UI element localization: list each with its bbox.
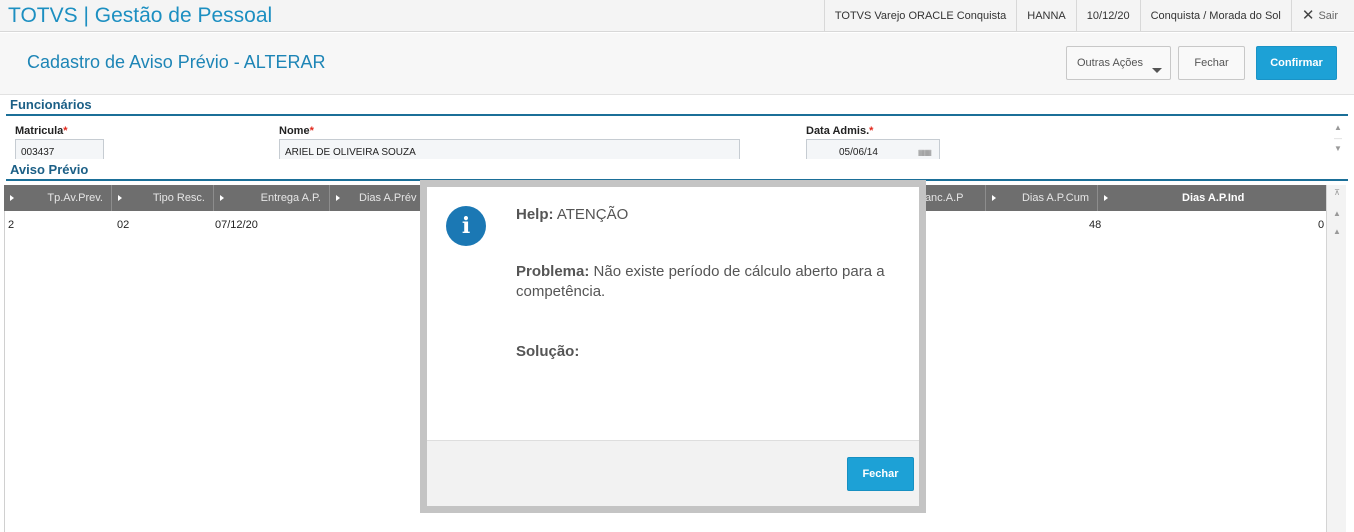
problem-value: Não existe período de cálculo aberto par…	[593, 263, 885, 280]
cell-tp-av-prev: 2	[8, 219, 15, 231]
nome-field[interactable]: ARIEL DE OLIVEIRA SOUZA	[279, 139, 740, 159]
cell-tipo-resc: 02	[117, 219, 130, 231]
top-bar: TOTVS | Gestão de Pessoal TOTVS Varejo O…	[0, 0, 1354, 32]
caret-right-icon	[336, 195, 340, 201]
problem-text: Problema: Não existe período de cálculo …	[516, 262, 911, 302]
exit-button[interactable]: ✕ Sair	[1290, 0, 1348, 32]
data-admis-value: 05/06/14	[839, 147, 878, 158]
nome-label: Nome*	[279, 125, 314, 137]
exit-label: Sair	[1318, 10, 1338, 22]
scroll-up-icon[interactable]: ▲	[1333, 123, 1343, 133]
column-header-dias-aprev[interactable]: Dias A.Prév	[330, 185, 427, 211]
scroll-top-icon[interactable]: ⊼	[1327, 188, 1347, 198]
help-title: Help: ATENÇÃO	[516, 205, 628, 225]
column-label: Dias A.P.Ind	[1182, 192, 1245, 204]
required-mark: *	[309, 125, 314, 137]
caret-right-icon	[992, 195, 996, 201]
problem-value-2: competência.	[516, 283, 606, 300]
nome-label-text: Nome	[279, 125, 310, 137]
matricula-label: Matricula*	[15, 125, 68, 137]
fechar-button[interactable]: Fechar	[1178, 46, 1245, 80]
data-admis-field[interactable]: 05/06/14 ▦▦	[806, 139, 940, 159]
solution-label: Solução:	[516, 343, 580, 360]
session-info: TOTVS Varejo ORACLE Conquista HANNA 10/1…	[823, 0, 1348, 32]
scroll-track[interactable]: —	[1333, 134, 1343, 144]
company-name[interactable]: TOTVS Varejo ORACLE Conquista	[823, 0, 1016, 32]
close-icon: ✕	[1301, 7, 1315, 24]
grid-scrollbar[interactable]: ⊼ ▲ ▲	[1326, 185, 1346, 532]
section-divider	[6, 114, 1348, 116]
scroll-up-icon[interactable]: ▲	[1327, 227, 1347, 237]
dialog-footer	[427, 440, 919, 506]
column-header-tp-av-prev[interactable]: Tp.Av.Prev.	[4, 185, 112, 211]
matricula-label-text: Matricula	[15, 125, 64, 137]
matricula-field[interactable]: 003437	[15, 139, 104, 159]
aviso-previo-section-title: Aviso Prévio	[10, 162, 89, 177]
form-header: Cadastro de Aviso Prévio - ALTERAR Outra…	[0, 33, 1354, 95]
help-label: Help:	[516, 206, 554, 223]
branch-name[interactable]: Conquista / Morada do Sol	[1139, 0, 1291, 32]
dialog-fechar-button[interactable]: Fechar	[847, 457, 914, 491]
info-icon: i	[446, 206, 486, 246]
data-admis-label-text: Data Admis.	[806, 125, 870, 137]
form-title: Cadastro de Aviso Prévio - ALTERAR	[27, 52, 326, 72]
column-header-dias-ap-ind[interactable]: Dias A.P.Ind	[1098, 185, 1326, 211]
data-admis-label: Data Admis.*	[806, 125, 873, 137]
column-label: Dias A.P.Cum	[1021, 192, 1089, 204]
column-label: Entrega A.P.	[260, 192, 321, 204]
caret-right-icon	[220, 195, 224, 201]
problem-label: Problema:	[516, 263, 590, 280]
outras-acoes-label: Outras Ações	[1077, 57, 1144, 69]
column-header-entrega-ap[interactable]: Entrega A.P.	[214, 185, 330, 211]
cell-dias-ap-cum: 48	[1089, 219, 1102, 231]
scroll-page-up-icon[interactable]: ▲	[1327, 209, 1347, 219]
chevron-down-icon	[1152, 68, 1162, 73]
cell-entrega-ap: 07/12/20	[215, 219, 258, 231]
solution-text: Solução:	[516, 342, 579, 362]
user-name[interactable]: HANNA	[1016, 0, 1076, 32]
column-label: Dias A.Prév	[359, 192, 417, 204]
required-mark: *	[869, 125, 874, 137]
help-dialog: i Help: ATENÇÃO Problema: Não existe per…	[427, 187, 919, 506]
column-header-dias-ap-cum[interactable]: Dias A.P.Cum	[986, 185, 1098, 211]
caret-right-icon	[118, 195, 122, 201]
caret-right-icon	[10, 195, 14, 201]
outras-acoes-button[interactable]: Outras Ações	[1066, 46, 1171, 80]
required-mark: *	[63, 125, 68, 137]
confirmar-button[interactable]: Confirmar	[1256, 46, 1337, 80]
calendar-icon[interactable]: ▦▦	[918, 148, 932, 157]
system-date[interactable]: 10/12/20	[1075, 0, 1140, 32]
column-label: Tp.Av.Prev.	[47, 192, 103, 204]
cell-dias-ap-ind: 0	[1318, 219, 1325, 231]
scroll-down-icon[interactable]: ▼	[1333, 144, 1343, 154]
help-value: ATENÇÃO	[556, 206, 629, 223]
funcionarios-section-title: Funcionários	[10, 97, 92, 112]
column-label: Tipo Resc.	[152, 192, 205, 204]
caret-right-icon	[1104, 195, 1108, 201]
app-title: TOTVS | Gestão de Pessoal	[8, 4, 273, 27]
column-header-tipo-resc[interactable]: Tipo Resc.	[112, 185, 214, 211]
